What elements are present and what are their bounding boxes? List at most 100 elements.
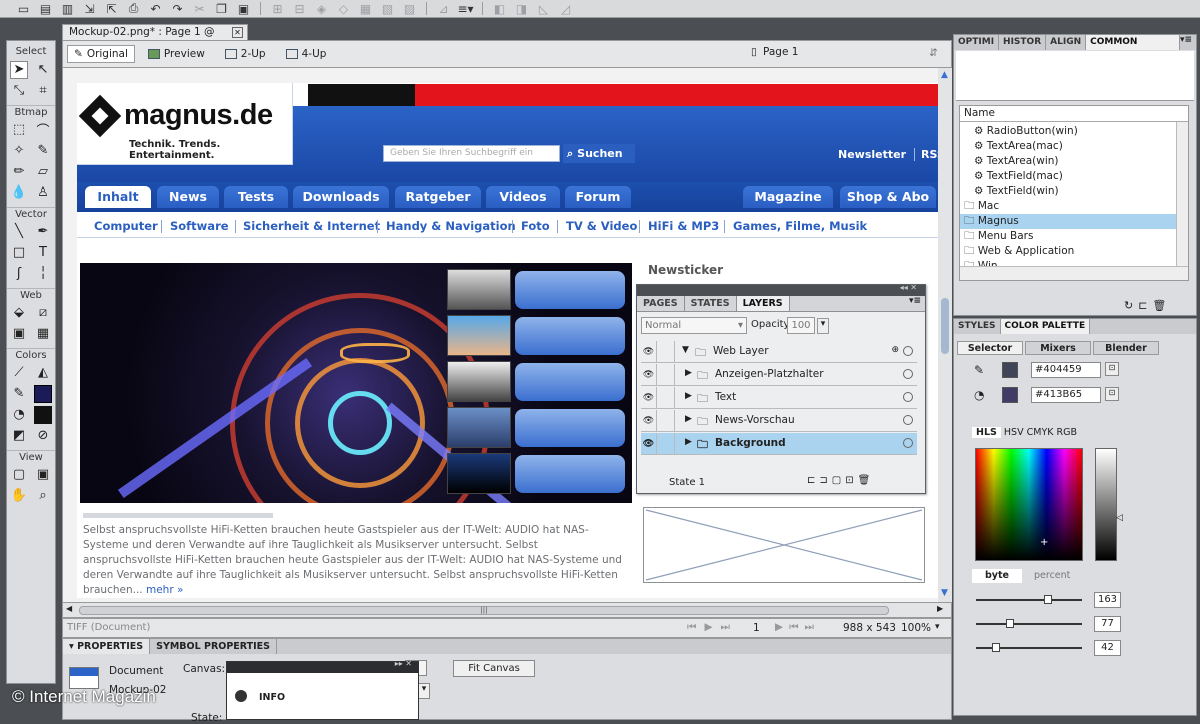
full-screen-icon[interactable]: ▣ <box>34 466 52 484</box>
teaser-thumb-device[interactable] <box>447 361 511 402</box>
rss-link[interactable]: RSS <box>914 148 938 161</box>
document-tab[interactable]: Mockup-02.png* : Page 1 @ 100% ✕ <box>62 24 248 53</box>
view-preview-button[interactable]: Preview <box>141 45 212 63</box>
teaser-bar[interactable] <box>515 409 625 447</box>
subnav-sicherheit[interactable]: Sicherheit & Internet <box>243 219 380 233</box>
stroke-color-icon[interactable]: ✎ <box>10 385 28 403</box>
nav-tab-forum[interactable]: Forum <box>565 186 631 208</box>
subtab-blender[interactable]: Blender <box>1093 341 1159 355</box>
horizontal-scrollbar[interactable]: ◀ ||| ▶ <box>62 602 952 618</box>
line-tool-icon[interactable]: ╲ <box>10 223 28 241</box>
list-item[interactable]: 🗀 Web & Application <box>964 244 1074 259</box>
channel-value-h[interactable]: 163 <box>1094 592 1121 608</box>
hand-tool-icon[interactable]: ✋ <box>10 487 28 505</box>
hide-slices-icon[interactable]: ▣ <box>10 325 28 343</box>
lock-slot[interactable] <box>659 387 675 409</box>
nav-tab-inhalt[interactable]: Inhalt <box>85 186 151 208</box>
tab-color-palette[interactable]: COLOR PALETTE <box>1000 319 1091 334</box>
nav-tab-news[interactable]: News <box>157 186 219 208</box>
stroke-swatch-icon[interactable] <box>34 384 52 403</box>
pen-tool-icon[interactable]: ✒ <box>34 223 52 241</box>
subtab-mixers[interactable]: Mixers <box>1025 341 1091 355</box>
tab-pages[interactable]: PAGES <box>637 296 685 311</box>
hotspot-tool-icon[interactable]: ⬙ <box>10 304 28 322</box>
knife-tool-icon[interactable]: ╎ <box>34 265 52 283</box>
close-document-icon[interactable]: ✕ <box>232 27 243 38</box>
nav-tab-shop-abo[interactable]: Shop & Abo <box>840 186 936 208</box>
lightness-strip[interactable]: ◁ <box>1095 448 1123 561</box>
layer-target-icon[interactable] <box>903 346 913 356</box>
library-horizontal-scrollbar[interactable] <box>960 266 1188 280</box>
undo-icon[interactable]: ↶ <box>146 1 165 16</box>
eye-icon[interactable]: 👁 <box>641 410 657 432</box>
pages-toggle-icon[interactable]: ⇵ <box>929 47 938 59</box>
model-hsv[interactable]: HSV <box>1004 427 1024 438</box>
scroll-left-icon[interactable]: ◀ <box>66 604 72 613</box>
more-link[interactable]: mehr » <box>146 584 183 596</box>
layer-row-text[interactable]: 👁 ▶ 🗀 Text <box>641 387 917 409</box>
nav-tab-videos[interactable]: Videos <box>486 186 560 208</box>
layer-target-icon[interactable] <box>903 438 913 448</box>
tab-layers[interactable]: LAYERS <box>736 296 790 311</box>
nav-tab-tests[interactable]: Tests <box>224 186 288 208</box>
eye-icon[interactable]: 👁 <box>641 341 657 363</box>
back-icon[interactable]: ▧ <box>378 1 397 16</box>
redo-icon[interactable]: ↷ <box>168 1 187 16</box>
site-search-button[interactable]: ⌕ Suchen <box>563 144 635 163</box>
new-icon[interactable]: ▭ <box>14 1 33 16</box>
layer-row-background[interactable]: 👁 ▶ 🗀 Background <box>641 433 917 455</box>
horizontal-scroll-thumb[interactable]: ||| <box>79 606 889 615</box>
brush-tool-icon[interactable]: ✎ <box>34 142 52 160</box>
group-icon[interactable]: ⊞ <box>268 1 287 16</box>
eye-icon[interactable]: 👁 <box>641 433 657 455</box>
view-2up-button[interactable]: 2-Up <box>218 45 273 63</box>
page-selector[interactable]: ▯ Page 1 ▾ <box>751 46 981 63</box>
tab-properties[interactable]: ▾ PROPERTIES <box>63 639 151 654</box>
teaser-bar[interactable] <box>515 271 625 309</box>
fit-canvas-button[interactable]: Fit Canvas <box>453 660 535 677</box>
page-nav-controls[interactable]: ⏮▶⏭ <box>687 621 738 634</box>
lightness-marker-icon[interactable]: ◁ <box>1116 513 1123 523</box>
info-panel-titlebar[interactable]: ▸▸ ✕ <box>227 659 418 673</box>
color-spectrum-picker[interactable]: + <box>975 448 1083 561</box>
nav-tab-magazine[interactable]: Magazine <box>743 186 833 208</box>
export-icon[interactable]: ⇱ <box>102 1 121 16</box>
teaser-thumb-beach[interactable] <box>447 315 511 356</box>
show-slices-icon[interactable]: ▦ <box>34 325 52 343</box>
scroll-down-icon[interactable]: ▼ <box>941 588 948 598</box>
list-item[interactable]: ⚙ TextArea(mac) <box>974 139 1063 154</box>
crop-tool-icon[interactable]: ⌗ <box>34 82 52 100</box>
print-icon[interactable]: ⎙ <box>124 1 143 16</box>
subnav-games[interactable]: Games, Filme, Musik <box>733 219 867 233</box>
view-4up-button[interactable]: 4-Up <box>279 45 334 63</box>
state-label[interactable]: State 1 <box>669 477 705 488</box>
paint-bucket-icon[interactable]: ◭ <box>34 364 52 382</box>
library-actions-icons[interactable]: ↻⊏🗑 <box>1124 299 1171 312</box>
layer-row-anzeigen[interactable]: 👁 ▶ 🗀 Anzeigen-Platzhalter <box>641 364 917 386</box>
tab-styles[interactable]: STYLES <box>954 319 1001 334</box>
list-header[interactable]: Name <box>960 106 1188 122</box>
frame-nav-controls[interactable]: ▶⏮⏭ <box>775 621 820 634</box>
tab-history[interactable]: HISTOR <box>999 35 1047 50</box>
channel-slider-s[interactable] <box>976 643 1082 652</box>
copy-color-icon[interactable]: ⊡ <box>1105 362 1119 376</box>
expand-right-icon[interactable]: ▶ <box>685 414 692 424</box>
blur-tool-icon[interactable]: 💧 <box>10 184 28 202</box>
eyedropper-tool-icon[interactable]: ⟋ <box>10 364 28 382</box>
cut-icon[interactable]: ✂ <box>190 1 209 16</box>
text-tool-icon[interactable]: T <box>34 244 52 262</box>
flip-icon[interactable]: ◧ <box>490 1 509 16</box>
stroke-hex-input[interactable]: #404459 <box>1031 362 1101 378</box>
subnav-foto[interactable]: Foto <box>521 219 550 233</box>
site-search-input[interactable]: Geben Sie Ihren Suchbegriff ein <box>383 145 560 162</box>
subtab-selector[interactable]: Selector <box>957 341 1023 355</box>
marquee-tool-icon[interactable]: ⬚ <box>10 121 28 139</box>
paste-icon[interactable]: ▣ <box>234 1 253 16</box>
layers-panel-titlebar[interactable]: ◂◂ ✕ <box>637 283 925 296</box>
freeform-tool-icon[interactable]: ʃ <box>10 265 28 283</box>
channel-slider-h[interactable] <box>976 595 1082 604</box>
vertical-scrollbar[interactable]: ▲ ▼ <box>938 68 952 602</box>
channel-value-s[interactable]: 42 <box>1094 640 1121 656</box>
info-panel-title[interactable]: INFO <box>259 692 285 703</box>
panel-menu-icon[interactable]: ▾≡ <box>1180 35 1196 50</box>
